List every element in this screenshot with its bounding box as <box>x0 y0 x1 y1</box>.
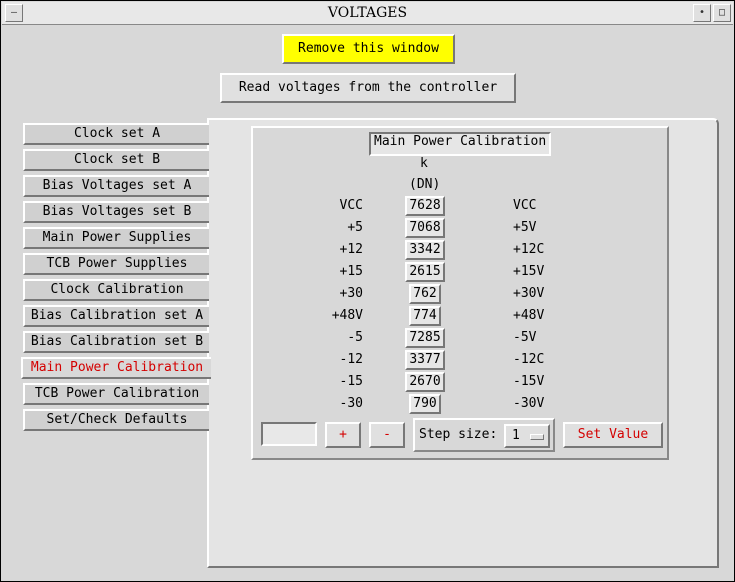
row-right-label: +5V <box>513 220 537 235</box>
row-left-label: -12 <box>339 352 363 367</box>
row-left-label: +12 <box>339 242 363 257</box>
row-k-value[interactable]: 2615 <box>405 262 445 282</box>
row-k-value[interactable]: 762 <box>409 284 441 304</box>
title-bar[interactable]: — VOLTAGES • □ <box>2 2 733 25</box>
voltages-window: — VOLTAGES • □ Remove this window Read v… <box>0 0 735 582</box>
row-left-label: +30 <box>339 286 363 301</box>
row-k-value[interactable]: 7628 <box>405 196 445 216</box>
tab-bias-calibration-set-a[interactable]: Bias Calibration set A <box>23 305 209 327</box>
row-right-label: -5V <box>513 330 537 345</box>
row-k-value[interactable]: 7068 <box>405 218 445 238</box>
tab-clock-calibration[interactable]: Clock Calibration <box>23 279 209 301</box>
row-right-label: +48V <box>513 308 545 323</box>
tab-main-power-calibration[interactable]: Main Power Calibration <box>21 357 211 379</box>
window-title: VOLTAGES <box>327 5 408 21</box>
row-k-value[interactable]: 774 <box>409 306 441 326</box>
tab-set-check-defaults[interactable]: Set/Check Defaults <box>23 409 209 431</box>
row-right-label: VCC <box>513 198 537 213</box>
row-left-label: +5 <box>347 220 363 235</box>
row-right-label: -30V <box>513 396 545 411</box>
step-size-label: Step size: <box>419 427 498 442</box>
row-left-label: -30 <box>339 396 363 411</box>
row-k-value[interactable]: 790 <box>409 394 441 414</box>
column-header-unit: (DN) <box>409 177 441 192</box>
row-left-label: VCC <box>339 198 363 213</box>
panel-title: Main Power Calibration <box>369 132 552 156</box>
row-right-label: -12C <box>513 352 545 367</box>
row-right-label: +30V <box>513 286 545 301</box>
tab-notebook: Clock set A Clock set B Bias Voltages set … <box>17 118 719 568</box>
tab-clock-set-a[interactable]: Clock set A <box>23 123 209 145</box>
row-left-label: +15 <box>339 264 363 279</box>
column-header-k: k <box>420 156 428 171</box>
tab-clock-set-b[interactable]: Clock set B <box>23 149 209 171</box>
row-right-label: -15V <box>513 374 545 389</box>
tab-bias-voltages-set-a[interactable]: Bias Voltages set A <box>23 175 209 197</box>
row-left-label: +48V <box>331 308 363 323</box>
step-size-select[interactable]: 1 <box>504 424 550 448</box>
tab-bias-voltages-set-b[interactable]: Bias Voltages set B <box>23 201 209 223</box>
step-size-value: 1 <box>512 428 520 443</box>
decrement-button[interactable]: - <box>369 422 405 448</box>
row-k-value[interactable]: 7285 <box>405 328 445 348</box>
step-size-group: Step size: 1 <box>413 418 555 452</box>
set-value-button[interactable]: Set Value <box>563 422 663 448</box>
row-k-value[interactable]: 3377 <box>405 350 445 370</box>
tab-bias-calibration-set-b[interactable]: Bias Calibration set B <box>23 331 209 353</box>
read-voltages-button[interactable]: Read voltages from the controller <box>220 73 516 103</box>
minimize-icon[interactable]: • <box>693 4 711 22</box>
remove-window-button[interactable]: Remove this window <box>282 34 455 64</box>
row-k-value[interactable]: 2670 <box>405 372 445 392</box>
tab-tcb-power-supplies[interactable]: TCB Power Supplies <box>23 253 209 275</box>
maximize-icon[interactable]: □ <box>713 4 731 22</box>
value-entry-field[interactable] <box>261 422 317 446</box>
row-k-value[interactable]: 3342 <box>405 240 445 260</box>
tab-tcb-power-calibration[interactable]: TCB Power Calibration <box>23 383 209 405</box>
row-left-label: -5 <box>347 330 363 345</box>
dropdown-indicator-icon <box>530 434 544 440</box>
increment-button[interactable]: + <box>325 422 361 448</box>
row-right-label: +12C <box>513 242 545 257</box>
main-power-calibration-panel: Main Power Calibration k (DN) VCC 7628 VCC… <box>251 126 669 460</box>
row-right-label: +15V <box>513 264 545 279</box>
tab-main-power-supplies[interactable]: Main Power Supplies <box>23 227 209 249</box>
row-left-label: -15 <box>339 374 363 389</box>
